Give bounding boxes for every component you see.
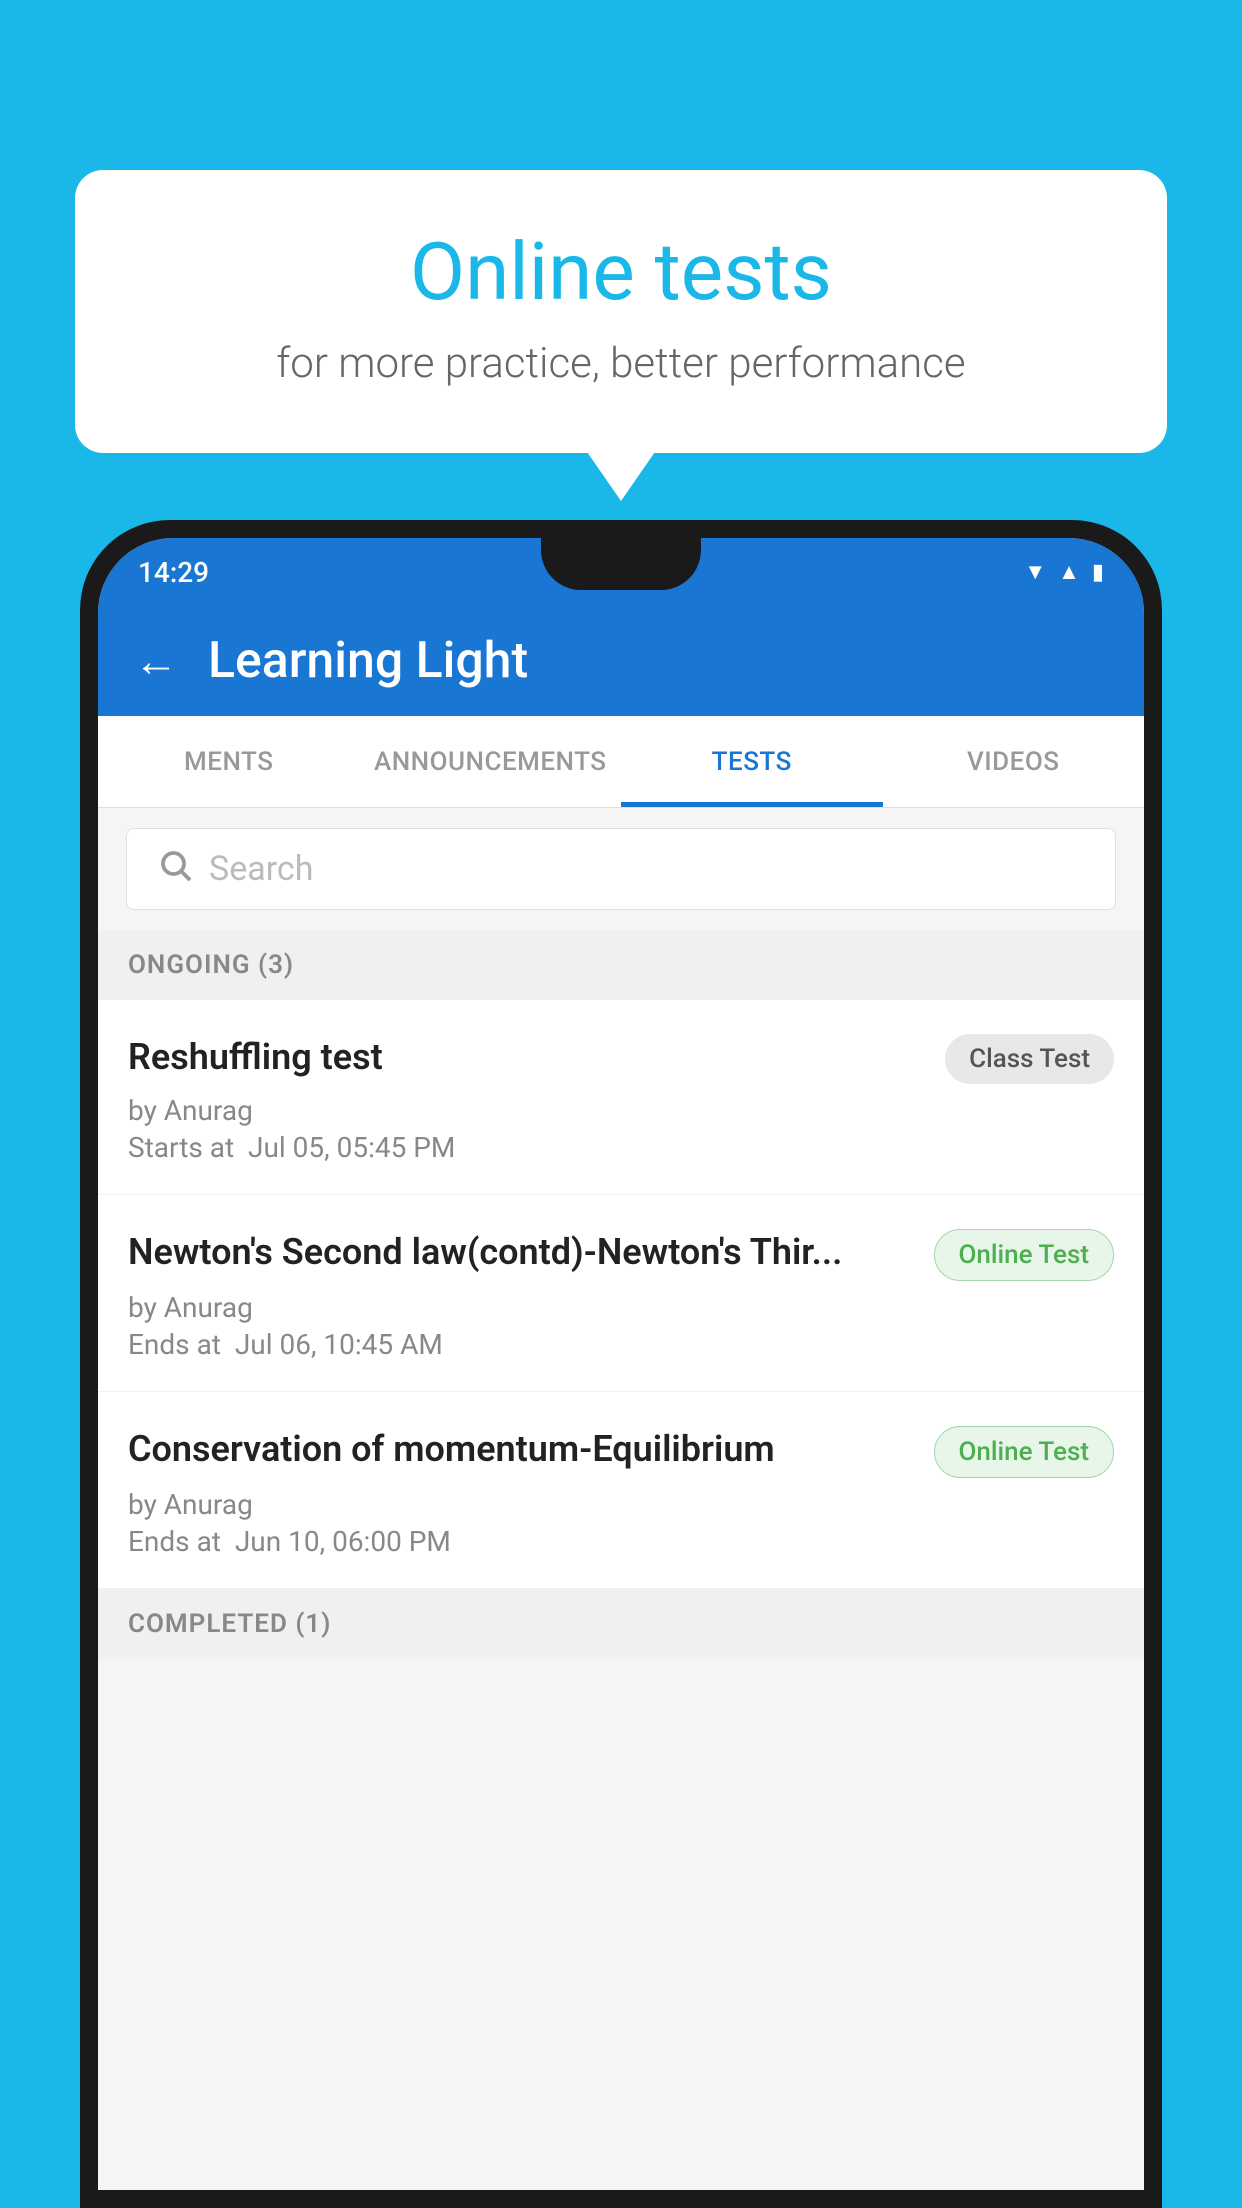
test-time-reshuffling: Starts at Jul 05, 05:45 PM [128,1131,1114,1164]
tab-tests[interactable]: TESTS [621,716,883,807]
status-bar: 14:29 ▼ ▲ ▮ [98,538,1144,606]
tab-assignments[interactable]: MENTS [98,716,360,807]
test-by-reshuffling: by Anurag [128,1094,1114,1127]
app-title: Learning Light [208,632,528,690]
test-item-reshuffling[interactable]: Reshuffling test Class Test by Anurag St… [98,1000,1144,1195]
wifi-icon: ▼ [1024,559,1046,585]
test-title-reshuffling: Reshuffling test [128,1034,925,1081]
completed-section-header: COMPLETED (1) [98,1589,1144,1659]
test-item-header-newton: Newton's Second law(contd)-Newton's Thir… [128,1229,1114,1281]
test-badge-online-conservation: Online Test [934,1426,1115,1478]
back-button[interactable]: ← [134,635,178,687]
search-icon [157,847,193,892]
search-container: Search [98,808,1144,930]
test-title-conservation: Conservation of momentum-Equilibrium [128,1426,914,1473]
app-bar: ← Learning Light [98,606,1144,716]
tab-announcements[interactable]: ANNOUNCEMENTS [360,716,622,807]
test-by-newton: by Anurag [128,1291,1114,1324]
phone-frame: 14:29 ▼ ▲ ▮ ← Learning Light MENTS ANNOU… [80,520,1162,2208]
signal-icon: ▲ [1058,559,1080,585]
test-badge-online-newton: Online Test [934,1229,1115,1281]
test-badge-class-reshuffling: Class Test [945,1034,1114,1084]
test-by-conservation: by Anurag [128,1488,1114,1521]
search-box[interactable]: Search [126,828,1116,910]
tabs-bar: MENTS ANNOUNCEMENTS TESTS VIDEOS [98,716,1144,808]
test-item-header: Reshuffling test Class Test [128,1034,1114,1084]
test-time-conservation: Ends at Jun 10, 06:00 PM [128,1525,1114,1558]
test-item-conservation[interactable]: Conservation of momentum-Equilibrium Onl… [98,1392,1144,1589]
status-time: 14:29 [138,556,209,589]
notch [541,538,701,590]
battery-icon: ▮ [1092,560,1104,585]
bubble-subtitle: for more practice, better performance [135,339,1107,388]
test-title-newton: Newton's Second law(contd)-Newton's Thir… [128,1229,914,1276]
tab-videos[interactable]: VIDEOS [883,716,1145,807]
status-icons: ▼ ▲ ▮ [1024,559,1104,585]
phone-inner: 14:29 ▼ ▲ ▮ ← Learning Light MENTS ANNOU… [98,538,1144,2190]
bubble-title: Online tests [135,225,1107,319]
speech-bubble: Online tests for more practice, better p… [75,170,1167,453]
search-placeholder: Search [209,849,313,889]
test-time-newton: Ends at Jul 06, 10:45 AM [128,1328,1114,1361]
test-list: Reshuffling test Class Test by Anurag St… [98,1000,1144,1589]
test-item-newton[interactable]: Newton's Second law(contd)-Newton's Thir… [98,1195,1144,1392]
ongoing-section-header: ONGOING (3) [98,930,1144,1000]
test-item-header-conservation: Conservation of momentum-Equilibrium Onl… [128,1426,1114,1478]
